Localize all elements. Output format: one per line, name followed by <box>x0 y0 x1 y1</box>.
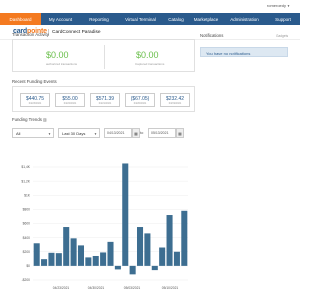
x-tick-label: 04/30/2021 <box>88 286 105 290</box>
captured-amount[interactable]: $0.00 <box>136 50 159 60</box>
x-tick-label: 05/10/2021 <box>162 286 179 290</box>
chevron-down-icon: ▼ <box>94 132 97 136</box>
funding-event-card[interactable]: $55.00 04/22/2021 <box>55 93 85 107</box>
funding-trends-chart: $1,4K $1,2K $1K $800 $600 $400 $200 $0 -$200 04/2… <box>21 163 188 290</box>
date-from-input[interactable]: 04/13/2021 <box>104 128 132 138</box>
calendar-icon[interactable]: ▦ <box>132 128 140 138</box>
recent-funding-label: Recent Funding Events <box>12 79 57 84</box>
x-tick-label: 04/23/2021 <box>53 286 70 290</box>
y-tick-label: $400 <box>23 236 31 240</box>
chart-bar[interactable] <box>63 227 70 266</box>
chart-bar[interactable] <box>92 255 99 266</box>
chart-bar[interactable] <box>181 210 188 266</box>
chart-bar[interactable] <box>70 238 77 266</box>
chart-bar[interactable] <box>166 215 173 266</box>
y-tick-label: $1,4K <box>21 165 30 169</box>
user-name: romeroedy <box>266 3 287 8</box>
chart-bar[interactable] <box>48 252 55 266</box>
user-menu[interactable]: romeroedy ▼ <box>267 3 290 8</box>
range-select[interactable]: Last 30 Days ▼ <box>58 128 100 138</box>
chart-bar[interactable] <box>173 251 180 266</box>
chart-bar[interactable] <box>41 259 48 266</box>
to-label: to <box>140 130 144 135</box>
chart-bar[interactable] <box>159 247 166 266</box>
funding-date: 04/19/2021 <box>168 102 182 105</box>
chart-bar[interactable] <box>129 265 136 275</box>
nav-marketplace[interactable]: Marketplace <box>189 13 223 25</box>
funding-date: 04/23/2021 <box>28 102 42 105</box>
authorized-amount[interactable]: $0.00 <box>46 50 69 60</box>
gadgets-link[interactable]: Gadgets <box>276 34 288 38</box>
top-bar: romeroedy ▼ <box>0 0 300 13</box>
range-value: Last 30 Days <box>62 130 86 136</box>
filter-select[interactable]: All ▼ <box>12 128 54 138</box>
captured-label: Captured transactions <box>135 62 165 66</box>
divider <box>104 45 105 69</box>
chart-bar[interactable] <box>77 245 85 266</box>
chart-bar[interactable] <box>144 233 151 266</box>
y-tick-label: $0 <box>26 264 30 268</box>
funding-event-card[interactable]: ($67.05) 04/20/2021 <box>125 93 155 107</box>
chart-bar[interactable] <box>151 265 158 271</box>
funding-event-card[interactable]: $232.42 04/19/2021 <box>160 93 190 107</box>
transaction-activity-label: Transaction Activity <box>12 32 49 37</box>
y-tick-label: $1,2K <box>21 179 30 183</box>
chart-bar[interactable] <box>122 163 129 266</box>
y-tick-label: $1K <box>24 193 31 197</box>
date-to-input[interactable]: 05/13/2021 <box>148 128 176 138</box>
transaction-activity-panel: $0.00 authorized transactions $0.00 Capt… <box>12 39 195 72</box>
y-tick-label: -$200 <box>22 278 31 282</box>
chart-bar[interactable] <box>114 265 121 270</box>
chart-bar[interactable] <box>100 252 107 266</box>
nav-reporting[interactable]: Reporting <box>80 13 118 25</box>
authorized-label: authorized transactions <box>46 62 78 66</box>
nav-dashboard[interactable]: Dashboard <box>0 13 41 25</box>
notifications-label: Notifications <box>200 33 224 38</box>
chart-bar[interactable] <box>107 241 114 266</box>
x-tick-label: 05/03/2021 <box>124 286 141 290</box>
funding-date: 04/22/2021 <box>63 102 77 105</box>
chevron-down-icon: ▼ <box>48 132 51 136</box>
chart-bar[interactable] <box>136 227 144 266</box>
funding-date: 04/20/2021 <box>133 102 147 105</box>
nav-virtual-terminal[interactable]: Virtual Terminal <box>118 13 163 25</box>
chart-bar[interactable] <box>85 257 92 266</box>
bar-chart-icon[interactable]: ▥ <box>43 117 47 122</box>
y-tick-label: $200 <box>23 250 31 254</box>
calendar-icon[interactable]: ▦ <box>176 128 184 138</box>
filter-value: All <box>16 130 21 136</box>
nav-my-account[interactable]: My Account <box>41 13 80 25</box>
funding-event-card[interactable]: $571.39 04/21/2021 <box>90 93 120 107</box>
main-nav: Dashboard My Account Reporting Virtual T… <box>0 13 300 25</box>
chart-bar[interactable] <box>55 253 62 266</box>
notification-message: You have no notifications <box>206 50 251 56</box>
funding-event-card[interactable]: $440.75 04/23/2021 <box>20 93 50 107</box>
chevron-down-icon: ▼ <box>287 3 290 8</box>
y-tick-label: $800 <box>23 208 31 212</box>
funding-date: 04/21/2021 <box>98 102 112 105</box>
nav-administration[interactable]: Administration <box>223 13 266 25</box>
notification-panel: You have no notifications <box>200 47 288 57</box>
y-tick-label: $600 <box>23 222 31 226</box>
chart-bar[interactable] <box>33 243 40 266</box>
recent-funding-panel: $440.75 04/23/2021 $55.00 04/22/2021 $57… <box>12 86 195 112</box>
funding-trends-label: Funding Trends <box>12 117 42 122</box>
nav-support[interactable]: Support <box>266 13 300 25</box>
merchant-name: CardConnect Paradise <box>52 30 101 35</box>
nav-catalog[interactable]: Catalog <box>163 13 189 25</box>
